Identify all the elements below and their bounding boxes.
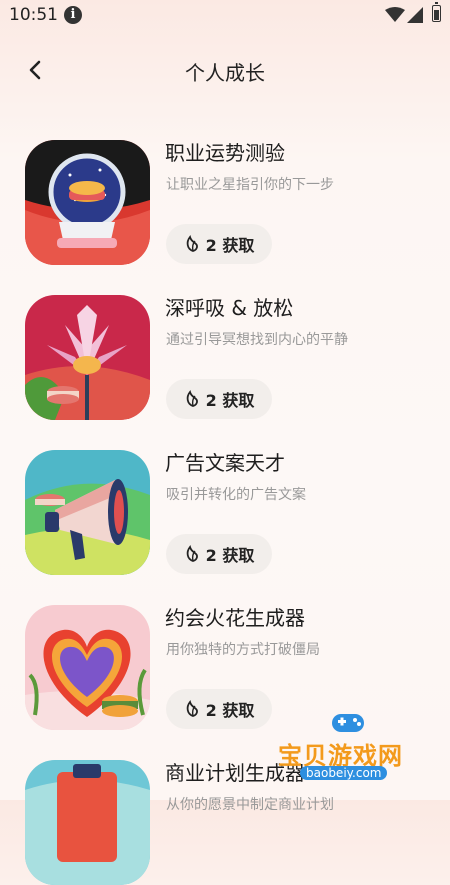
list-item[interactable]: 广告文案天才 吸引并转化的广告文案 2 获取 <box>0 445 450 575</box>
app-description: 从你的愿景中制定商业计划 <box>166 797 334 813</box>
get-button-label: 2 获取 <box>205 701 255 720</box>
ad-copy-thumbnail <box>25 450 150 575</box>
app-description: 吸引并转化的广告文案 <box>166 487 306 503</box>
deep-breath-thumbnail <box>25 295 150 420</box>
status-time: 10:51 <box>9 5 58 25</box>
get-button[interactable]: 2 获取 <box>166 224 272 264</box>
get-button[interactable]: 2 获取 <box>166 379 272 419</box>
list-item[interactable]: 深呼吸 & 放松 通过引导冥想找到内心的平静 2 获取 <box>0 290 450 420</box>
app-description: 通过引导冥想找到内心的平静 <box>166 332 348 348</box>
status-bar: 10:51 i <box>0 0 450 32</box>
watermark-logo: 宝贝游戏网 baobeiy.com <box>278 706 448 786</box>
list-item[interactable]: 职业运势测验 让职业之星指引你的下一步 2 获取 <box>0 135 450 265</box>
app-description: 用你独特的方式打破僵局 <box>166 642 320 658</box>
gamepad-icon <box>332 714 364 732</box>
get-button[interactable]: 2 获取 <box>166 534 272 574</box>
seed-icon <box>186 390 198 407</box>
date-spark-thumbnail <box>25 605 150 730</box>
seed-icon <box>186 700 198 717</box>
app-name: 深呼吸 & 放松 <box>165 296 294 320</box>
watermark-url: baobeiy.com <box>300 766 388 780</box>
get-button[interactable]: 2 获取 <box>166 689 272 729</box>
battery-icon <box>432 2 441 22</box>
get-button-label: 2 获取 <box>205 391 255 410</box>
info-icon: i <box>64 6 82 24</box>
career-quiz-thumbnail <box>25 140 150 265</box>
get-button-label: 2 获取 <box>205 546 255 565</box>
header: 个人成长 <box>0 48 450 94</box>
signal-icon <box>407 7 423 23</box>
seed-icon <box>186 545 198 562</box>
app-name: 职业运势测验 <box>165 141 285 165</box>
get-button-label: 2 获取 <box>205 236 255 255</box>
app-name: 约会火花生成器 <box>165 606 305 630</box>
wifi-icon <box>385 7 405 22</box>
app-name: 广告文案天才 <box>165 451 285 475</box>
business-plan-thumbnail <box>25 760 150 885</box>
app-description: 让职业之星指引你的下一步 <box>166 177 334 193</box>
page-title: 个人成长 <box>185 61 265 85</box>
seed-icon <box>186 235 198 252</box>
